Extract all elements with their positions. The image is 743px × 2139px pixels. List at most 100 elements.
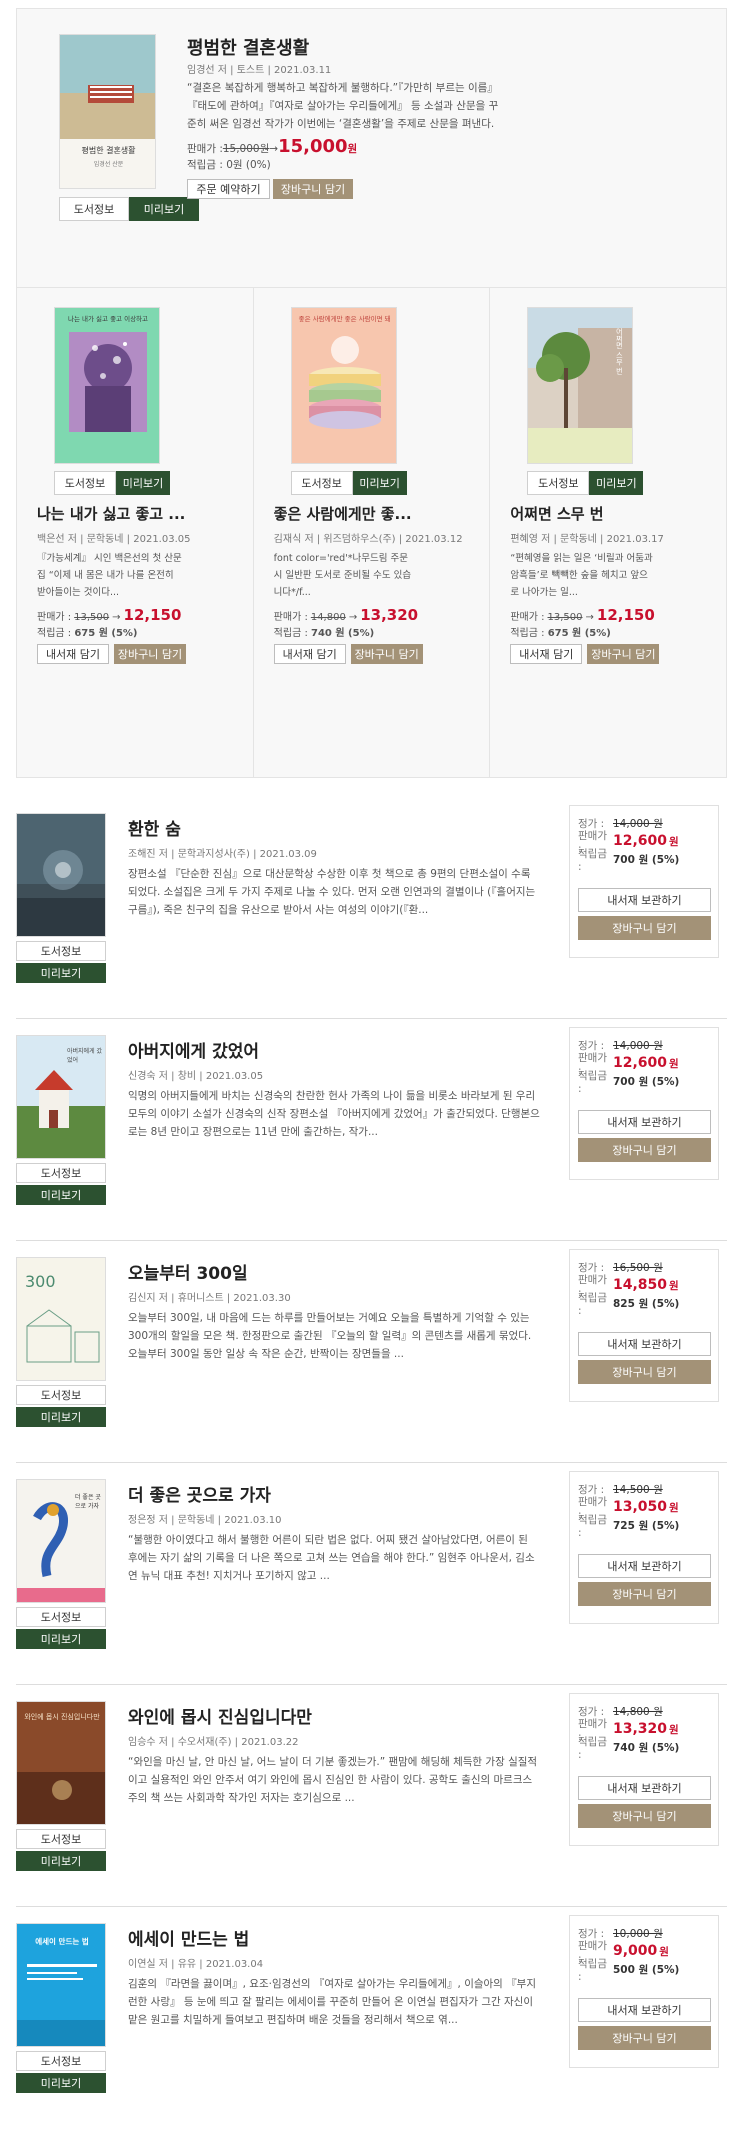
cart-button[interactable]: 장바구니 담기 [578, 1360, 711, 1384]
book-info-button[interactable]: 도서정보 [16, 941, 106, 961]
points-label: 적립금 : [37, 628, 72, 639]
featured-title[interactable]: 평범한 결혼생활 [187, 34, 309, 60]
list-price: 14,800 원 [613, 1705, 663, 1718]
sale-price: 15,000 [278, 136, 348, 157]
grid-book: 좋은 사람에게만 좋은 사람이면 돼 도서정보 미리보기 좋은 사람에게만 좋..… [254, 288, 491, 777]
won-unit: 원 [347, 143, 358, 155]
grid-meta: 김재식 저 | 위즈덤하우스(주) | 2021.03.12 [273, 534, 463, 545]
list-cover-text: 더 좋은 곳으로 가자 [75, 1494, 101, 1510]
add-to-shelf-button[interactable]: 내서재 담기 [273, 644, 346, 664]
list-price: 14,800 [310, 612, 346, 623]
grid-book: 나는 내가 싫고 좋고 이상하고 도서정보 미리보기 나는 내가 싫고 좋고 ..… [17, 288, 254, 777]
book-info-button[interactable]: 도서정보 [54, 471, 116, 495]
keep-button[interactable]: 내서재 보관하기 [578, 1110, 711, 1134]
preview-button[interactable]: 미리보기 [16, 2073, 106, 2093]
grid-title[interactable]: 어쩌면 스무 번 [510, 503, 660, 524]
book-info-button[interactable]: 도서정보 [16, 2051, 106, 2071]
price-box: 정가 :10,000 원 판매가 :9,000 원 적립금 :500 원 (5%)… [569, 1915, 719, 2068]
add-to-shelf-button[interactable]: 내서재 담기 [37, 644, 109, 664]
list-meta: 김신지 저 | 휴머니스트 | 2021.03.30 [128, 1293, 291, 1304]
preview-button[interactable]: 미리보기 [352, 471, 407, 495]
list-title[interactable]: 와인에 몹시 진심입니다만 [128, 1703, 312, 1728]
cart-button[interactable]: 장바구니 담기 [273, 179, 353, 199]
list-title[interactable]: 에세이 만드는 법 [128, 1925, 249, 1950]
preview-button[interactable]: 미리보기 [16, 963, 106, 983]
price-box: 정가 :16,500 원 판매가 :14,850 원 적립금 :825 원 (5%… [569, 1249, 719, 1402]
list-price: 14,000 원 [613, 1039, 663, 1052]
list-item: 300 도서정보 미리보기 오늘부터 300일 김신지 저 | 휴머니스트 | … [16, 1241, 727, 1463]
grid-book: 어쩌면 스무 번 도서정보 미리보기 어쩌면 스무 번 편혜영 저 | 문학동네 … [490, 288, 726, 777]
grid-meta: 편혜영 저 | 문학동네 | 2021.03.17 [510, 534, 664, 545]
grid-title[interactable]: 좋은 사람에게만 좋... [274, 503, 424, 524]
list-title[interactable]: 아버지에게 갔었어 [128, 1037, 259, 1062]
grid-price: 판매가 :13,500 → 12,150 [37, 606, 181, 624]
list-description: 익명의 아버지들에게 바치는 신경숙의 찬란한 헌사 가족의 나이 듦을 비롯소… [128, 1090, 540, 1138]
won-unit: 원 [669, 835, 679, 848]
price-label: 판매가 : [37, 612, 72, 623]
book-info-button[interactable]: 도서정보 [16, 1163, 106, 1183]
book-info-button[interactable]: 도서정보 [527, 471, 590, 495]
grid-cover[interactable]: 나는 내가 싫고 좋고 이상하고 [54, 307, 160, 464]
keep-button[interactable]: 내서재 보관하기 [578, 1998, 711, 2022]
featured-book: 평범한 결혼생활 임경선 산문 도서정보 미리보기 평범한 결혼생활 임경선 저… [17, 9, 726, 288]
grid-cover[interactable]: 어쩌면 스무 번 [527, 307, 634, 464]
list-cover[interactable] [16, 813, 106, 937]
list-cover[interactable]: 아버지에게 갔었어 [16, 1035, 106, 1159]
reserve-order-button[interactable]: 주문 예약하기 [187, 179, 270, 199]
preview-button[interactable]: 미리보기 [16, 1851, 106, 1871]
preview-button[interactable]: 미리보기 [129, 197, 199, 221]
cart-button[interactable]: 장바구니 담기 [350, 644, 423, 664]
won-unit: 원 [659, 1945, 669, 1958]
preview-button[interactable]: 미리보기 [589, 471, 644, 495]
book-info-button[interactable]: 도서정보 [16, 1829, 106, 1849]
grid-description: “편혜영을 읽는 일은 ‘비릴과 어둠과 암흑들’로 빽빽한 숲을 헤치고 앞으… [510, 553, 653, 598]
cart-button[interactable]: 장바구니 담기 [587, 644, 660, 664]
keep-button[interactable]: 내서재 보관하기 [578, 888, 711, 912]
keep-button[interactable]: 내서재 보관하기 [578, 1554, 711, 1578]
list-cover[interactable]: 더 좋은 곳으로 가자 [16, 1479, 106, 1603]
list-description: 김훈의 『라면을 끓이며』, 요조·임경선의 『여자로 살아가는 우리들에게』,… [128, 1978, 536, 2026]
featured-section: 평범한 결혼생활 임경선 산문 도서정보 미리보기 평범한 결혼생활 임경선 저… [16, 8, 727, 778]
price-box: 정가 :14,800 원 판매가 :13,320 원 적립금 :740 원 (5%… [569, 1693, 719, 1846]
book-info-button[interactable]: 도서정보 [16, 1607, 106, 1627]
list-title[interactable]: 더 좋은 곳으로 가자 [128, 1481, 271, 1506]
list-title[interactable]: 오늘부터 300일 [128, 1259, 248, 1284]
points-value: 500 원 (5%) [613, 1963, 680, 1976]
preview-button[interactable]: 미리보기 [116, 471, 170, 495]
grid-title[interactable]: 나는 내가 싫고 좋고 ... [37, 503, 187, 524]
preview-button[interactable]: 미리보기 [16, 1629, 106, 1649]
points-label: 적립금 : [578, 1513, 607, 1539]
keep-button[interactable]: 내서재 보관하기 [578, 1776, 711, 1800]
cart-button[interactable]: 장바구니 담기 [578, 1804, 711, 1828]
preview-button[interactable]: 미리보기 [16, 1185, 106, 1205]
list-item: 더 좋은 곳으로 가자 도서정보 미리보기 더 좋은 곳으로 가자 정은정 저 … [16, 1463, 727, 1685]
cart-button[interactable]: 장바구니 담기 [578, 2026, 711, 2050]
book-info-button[interactable]: 도서정보 [290, 471, 353, 495]
points-value: 740 원 (5%) [311, 628, 375, 639]
list-title[interactable]: 환한 숨 [128, 815, 181, 840]
list-cover[interactable]: 에세이 만드는 법 [16, 1923, 106, 2047]
preview-button[interactable]: 미리보기 [16, 1407, 106, 1427]
keep-button[interactable]: 내서재 보관하기 [578, 1332, 711, 1356]
list-price: 14,000 원 [613, 817, 663, 830]
list-cover[interactable]: 300 [16, 1257, 106, 1381]
book-list: 도서정보 미리보기 환한 숨 조해진 저 | 문학과지성사(주) | 2021.… [16, 797, 727, 2129]
points-label: 적립금 : [578, 1291, 607, 1317]
book-info-button[interactable]: 도서정보 [59, 197, 129, 221]
cart-button[interactable]: 장바구니 담기 [578, 916, 711, 940]
list-cover[interactable]: 와인에 몹시 진심입니다만 [16, 1701, 106, 1825]
featured-cover[interactable]: 평범한 결혼생활 임경선 산문 [59, 34, 156, 189]
book-info-button[interactable]: 도서정보 [16, 1385, 106, 1405]
cart-button[interactable]: 장바구니 담기 [578, 1138, 711, 1162]
points-value: 675 원 (5%) [74, 628, 138, 639]
won-unit: 원 [669, 1501, 679, 1514]
points-value: 700 원 (5%) [613, 853, 680, 866]
grid-cover[interactable]: 좋은 사람에게만 좋은 사람이면 돼 [290, 307, 397, 464]
arrow-icon: → [348, 612, 358, 623]
featured-points: 적립금 : 0원 (0%) [187, 159, 271, 171]
cart-button[interactable]: 장바구니 담기 [114, 644, 186, 664]
add-to-shelf-button[interactable]: 내서재 담기 [510, 644, 583, 664]
list-item: 아버지에게 갔었어 도서정보 미리보기 아버지에게 갔었어 신경숙 저 | 창비… [16, 1019, 727, 1241]
grid-cover-text: 좋은 사람에게만 좋은 사람이면 돼 [298, 315, 391, 323]
cart-button[interactable]: 장바구니 담기 [578, 1582, 711, 1606]
